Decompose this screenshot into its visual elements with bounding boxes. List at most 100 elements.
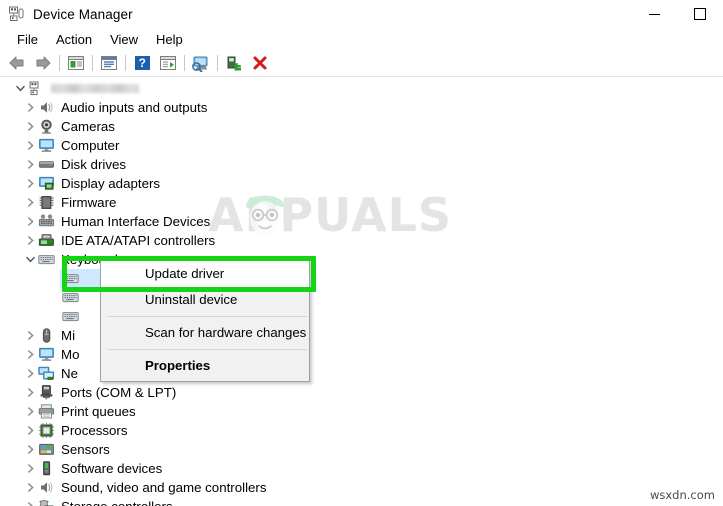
tree-item-firmware[interactable]: Firmware — [0, 193, 723, 212]
tree-item-label: Sound, video and game controllers — [61, 480, 267, 495]
storage-controller-icon — [38, 498, 55, 506]
device-manager-icon — [7, 5, 25, 23]
chevron-right-icon[interactable] — [22, 231, 38, 250]
chevron-down-icon[interactable] — [22, 250, 38, 269]
context-menu-separator — [107, 316, 307, 317]
chevron-right-icon[interactable] — [22, 326, 38, 345]
chevron-right-icon[interactable] — [22, 174, 38, 193]
tree-item-display-adapters[interactable]: Display adapters — [0, 174, 723, 193]
tree-item-human-interface-devices[interactable]: Human Interface Devices — [0, 212, 723, 231]
back-icon[interactable] — [4, 51, 30, 75]
tree-item-cameras[interactable]: Cameras — [0, 117, 723, 136]
monitor-icon — [38, 137, 55, 154]
hid-icon — [38, 213, 55, 230]
tree-item-label: Audio inputs and outputs — [61, 100, 208, 115]
chevron-down-icon[interactable] — [12, 79, 28, 98]
toolbar-separator — [217, 55, 218, 71]
tree-item-label: Ne — [61, 366, 78, 381]
tree-item-print-queues[interactable]: Print queues — [0, 402, 723, 421]
tree-item-label: Display adapters — [61, 176, 161, 191]
menu-file[interactable]: File — [8, 30, 47, 49]
chevron-right-icon[interactable] — [22, 440, 38, 459]
chip-icon — [38, 194, 55, 211]
tree-item-ide-ata-atapi-controllers[interactable]: IDE ATA/ATAPI controllers — [0, 231, 723, 250]
svg-text:?: ? — [138, 56, 145, 70]
toolbar-divider — [0, 76, 723, 77]
keyboard-icon — [38, 251, 55, 268]
keyboard-icon — [62, 308, 79, 325]
tree-item-label: Disk drives — [61, 157, 127, 172]
menu-help[interactable]: Help — [147, 30, 192, 49]
tree-item-label: IDE ATA/ATAPI controllers — [61, 233, 216, 248]
window-controls — [631, 0, 723, 28]
scan-for-hardware-changes-icon[interactable] — [188, 51, 214, 75]
help-icon[interactable]: ? — [129, 51, 155, 75]
speaker-icon — [38, 99, 55, 116]
chevron-right-icon[interactable] — [22, 193, 38, 212]
tree-item-label: Mo — [61, 347, 80, 362]
tree-item-software-devices[interactable]: Software devices — [0, 459, 723, 478]
ide-controller-icon — [38, 232, 55, 249]
context-menu-item-scan-for-hardware-changes[interactable]: Scan for hardware changes — [101, 320, 309, 346]
chevron-right-icon[interactable] — [22, 155, 38, 174]
tree-item-audio-inputs-and-outputs[interactable]: Audio inputs and outputs — [0, 98, 723, 117]
device-manager-window: Device Manager File Action View Help ? A… — [0, 0, 723, 506]
chevron-right-icon[interactable] — [22, 345, 38, 364]
menu-view[interactable]: View — [101, 30, 147, 49]
tree-item-disk-drives[interactable]: Disk drives — [0, 155, 723, 174]
computer-name-redacted — [51, 79, 139, 98]
site-watermark: wsxdn.com — [649, 488, 715, 502]
chevron-right-icon[interactable] — [22, 459, 38, 478]
chevron-right-icon[interactable] — [22, 478, 38, 497]
tree-item-label: Firmware — [61, 195, 117, 210]
chevron-right-icon[interactable] — [22, 98, 38, 117]
properties-icon[interactable] — [96, 51, 122, 75]
toolbar-separator — [125, 55, 126, 71]
tree-item-sensors[interactable]: Sensors — [0, 440, 723, 459]
add-legacy-hardware-icon[interactable] — [221, 51, 247, 75]
menu-bar: File Action View Help — [0, 28, 723, 50]
context-menu-item-properties[interactable]: Properties — [101, 353, 309, 379]
tree-root-row[interactable] — [0, 78, 723, 98]
chevron-right-icon[interactable] — [22, 421, 38, 440]
chevron-right-icon[interactable] — [22, 212, 38, 231]
processor-icon — [38, 422, 55, 439]
mouse-icon — [38, 327, 55, 344]
chevron-right-icon[interactable] — [22, 383, 38, 402]
tree-item-label: Sensors — [61, 442, 110, 457]
tree-item-label: Processors — [61, 423, 128, 438]
context-menu-separator — [107, 349, 307, 350]
uninstall-device-icon[interactable] — [247, 51, 273, 75]
toolbar: ? — [0, 50, 723, 76]
chevron-right-icon[interactable] — [22, 497, 38, 506]
tree-item-label: Cameras — [61, 119, 115, 134]
sensor-icon — [38, 441, 55, 458]
menu-action[interactable]: Action — [47, 30, 101, 49]
tree-item-sound-video-and-game-controllers[interactable]: Sound, video and game controllers — [0, 478, 723, 497]
forward-icon[interactable] — [30, 51, 56, 75]
chevron-right-icon[interactable] — [22, 364, 38, 383]
toolbar-separator — [59, 55, 60, 71]
update-driver-icon[interactable] — [155, 51, 181, 75]
tree-item-label: Human Interface Devices — [61, 214, 211, 229]
tree-item-storage-controllers[interactable]: Storage controllers — [0, 497, 723, 506]
toolbar-separator — [184, 55, 185, 71]
show-hide-console-tree-icon[interactable] — [63, 51, 89, 75]
tree-item-label: Mi — [61, 328, 76, 343]
tree-item-label: Storage controllers — [61, 497, 173, 506]
tree-item-label: Software devices — [61, 461, 163, 476]
chevron-right-icon[interactable] — [22, 136, 38, 155]
chevron-right-icon[interactable] — [22, 402, 38, 421]
tree-item-processors[interactable]: Processors — [0, 421, 723, 440]
computer-root-icon — [28, 80, 45, 97]
camera-icon — [38, 118, 55, 135]
software-device-icon — [38, 460, 55, 477]
minimize-button[interactable] — [631, 0, 677, 28]
maximize-button[interactable] — [677, 0, 723, 28]
tree-item-ports-com-lpt[interactable]: Ports (COM & LPT) — [0, 383, 723, 402]
chevron-right-icon[interactable] — [22, 117, 38, 136]
tree-item-computer[interactable]: Computer — [0, 136, 723, 155]
tree-item-label: Print queues — [61, 404, 136, 419]
